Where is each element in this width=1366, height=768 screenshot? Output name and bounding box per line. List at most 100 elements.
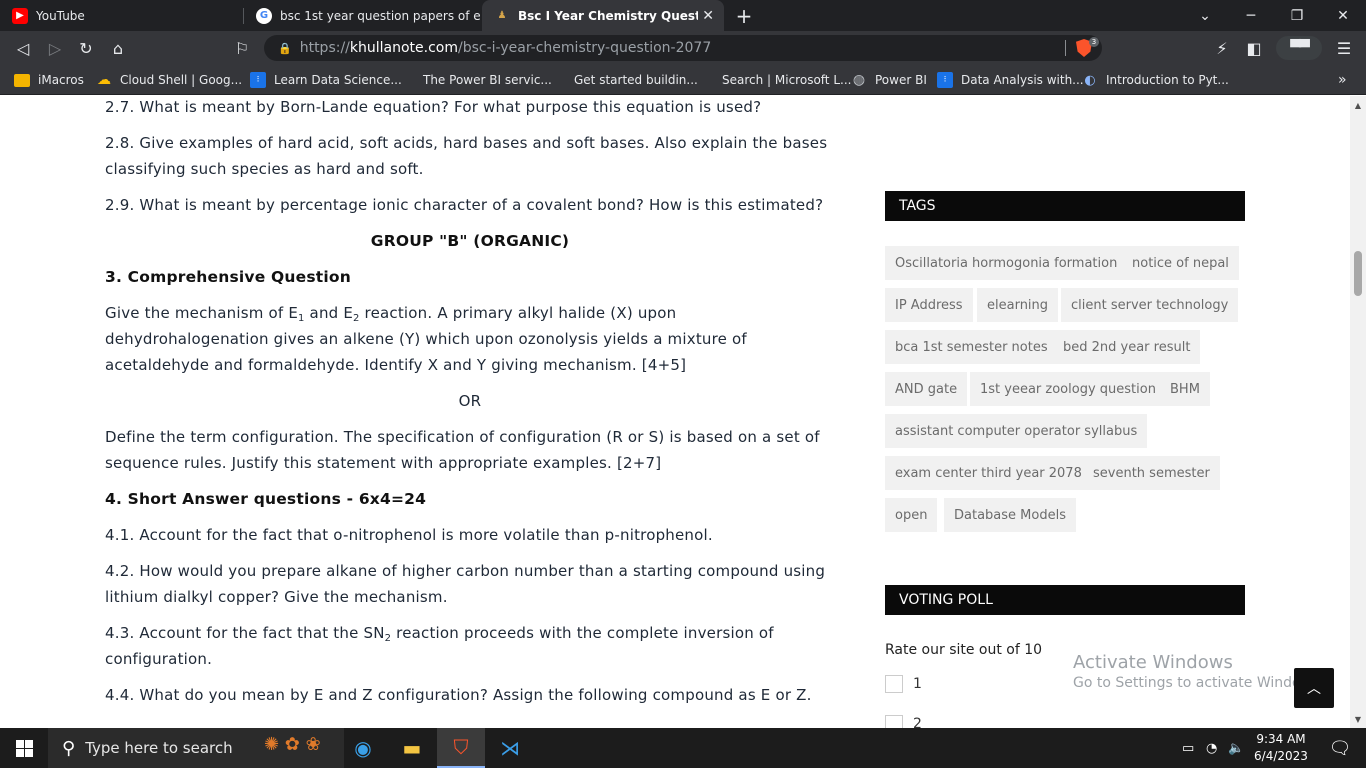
- tag-link[interactable]: client server technology: [1061, 288, 1239, 322]
- notification-icon[interactable]: 🗨: [1320, 728, 1360, 768]
- minimize-button[interactable]: ─: [1228, 0, 1274, 31]
- tab-youtube[interactable]: ▶ YouTube: [0, 0, 242, 31]
- tag-link[interactable]: bed 2nd year result: [1053, 330, 1201, 364]
- brave-icon[interactable]: ⛉: [437, 728, 485, 768]
- tab-khullanote[interactable]: ♟ Bsc I Year Chemistry Question-20 ✕: [482, 0, 724, 31]
- glasses-icon: ▀▀: [1290, 40, 1309, 56]
- scroll-up-icon[interactable]: ▲: [1350, 98, 1366, 112]
- poll-checkbox[interactable]: [885, 715, 903, 728]
- edge-icon[interactable]: ◉: [339, 728, 387, 768]
- tag-link[interactable]: AND gate: [885, 372, 968, 406]
- reload-icon[interactable]: ↻: [71, 31, 101, 65]
- bookmark-label: iMacros: [38, 73, 84, 87]
- search-highlight-icon: ✺ ✿ ❀: [264, 734, 321, 755]
- tag-link[interactable]: seventh semester: [1083, 456, 1220, 490]
- bookmark-label: Search | Microsoft L...: [722, 73, 852, 87]
- forward-icon[interactable]: ▷: [40, 31, 70, 65]
- question-3-main: Give the mechanism of E1 and E2 reaction…: [105, 300, 835, 378]
- question-2-8: 2.8. Give examples of hard acid, soft ac…: [105, 134, 828, 178]
- question-2-9: 2.9. What is meant by percentage ionic c…: [105, 196, 824, 214]
- bookmark-icon[interactable]: ⚐: [227, 31, 257, 65]
- bookmark-cloud-shell[interactable]: ☁ Cloud Shell | Goog...: [96, 65, 242, 95]
- scroll-down-icon[interactable]: ▼: [1350, 712, 1366, 726]
- new-tab-button[interactable]: +: [734, 0, 754, 31]
- rewards-icon[interactable]: ⚡: [1207, 31, 1237, 65]
- tag-link[interactable]: Oscillatoria hormogonia formation: [885, 246, 1128, 280]
- bookmark-learn-data-science[interactable]: ⁝ Learn Data Science...: [250, 65, 402, 95]
- shield-count-badge: 3: [1089, 37, 1099, 47]
- bookmarks-bar: iMacros ☁ Cloud Shell | Goog... ⁝ Learn …: [0, 65, 1366, 95]
- poll-option[interactable]: 1: [885, 675, 922, 693]
- vpn-button[interactable]: ▀▀: [1276, 36, 1322, 60]
- tab-title: bsc 1st year question papers of exam: [280, 8, 480, 23]
- microsoft-icon: [399, 72, 415, 88]
- tag-link[interactable]: IP Address: [885, 288, 973, 322]
- clock-time: 9:34 AM: [1256, 732, 1306, 746]
- bookmark-intro-python[interactable]: ◐ Introduction to Pyt...: [1082, 65, 1229, 95]
- youtube-icon: ▶: [12, 7, 28, 24]
- file-explorer-icon[interactable]: ▬: [388, 728, 436, 768]
- tab-strip: ▶ YouTube G bsc 1st year question papers…: [0, 0, 1366, 31]
- tag-link[interactable]: notice of nepal: [1122, 246, 1239, 280]
- system-clock[interactable]: 9:34 AM 6/4/2023: [1248, 731, 1314, 765]
- poll-question: Rate our site out of 10: [885, 642, 1043, 658]
- windows-taskbar: ⚲ Type here to search ✺ ✿ ❀ ◉ ▬ ⛉ ⋊ ▭ ◔ …: [0, 728, 1366, 768]
- q43-text-a: 4.3. Account for the fact that the SN: [105, 624, 385, 642]
- scrollbar-thumb[interactable]: [1354, 251, 1362, 296]
- bookmark-imacros[interactable]: iMacros: [14, 65, 84, 95]
- back-icon[interactable]: ◁: [8, 31, 38, 65]
- search-placeholder: Type here to search: [85, 739, 233, 757]
- tags-widget-title: TAGS: [885, 191, 1245, 221]
- chevron-up-icon: ︿: [1307, 681, 1321, 697]
- page-scrollbar[interactable]: ▲ ▼: [1350, 96, 1366, 728]
- tag-link[interactable]: open: [885, 498, 938, 532]
- tag-link[interactable]: bca 1st semester notes: [885, 330, 1058, 364]
- bookmark-search-microsoft[interactable]: Search | Microsoft L...: [698, 65, 851, 95]
- tab-google-search[interactable]: G bsc 1st year question papers of exam: [244, 0, 480, 31]
- tag-link[interactable]: elearning: [977, 288, 1059, 322]
- scroll-to-top-button[interactable]: ︿: [1294, 668, 1334, 708]
- tag-link[interactable]: assistant computer operator syllabus: [885, 414, 1148, 448]
- taskbar-search[interactable]: ⚲ Type here to search ✺ ✿ ❀: [48, 728, 344, 768]
- menu-icon[interactable]: ☰: [1329, 31, 1359, 65]
- question-2-7: 2.7. What is meant by Born-Lande equatio…: [105, 98, 762, 116]
- search-icon: ⚲: [62, 737, 76, 759]
- bookmark-label: Learn Data Science...: [274, 73, 402, 87]
- bookmark-power-bi[interactable]: ◍ Power BI: [851, 65, 927, 95]
- wifi-icon[interactable]: ◔: [1206, 728, 1217, 768]
- volume-icon[interactable]: 🔈: [1228, 728, 1244, 768]
- tab-title: Bsc I Year Chemistry Question-20: [518, 8, 698, 23]
- tag-link[interactable]: BHM: [1160, 372, 1210, 406]
- battery-icon[interactable]: ▭: [1182, 728, 1194, 768]
- tab-search-icon[interactable]: ⌄: [1182, 0, 1228, 31]
- question-4-3: 4.3. Account for the fact that the SN2 r…: [105, 620, 835, 672]
- poll-checkbox[interactable]: [885, 675, 903, 693]
- question-4-4: 4.4. What do you mean by E and Z configu…: [105, 686, 812, 704]
- bookmark-get-started[interactable]: Get started buildin...: [550, 65, 698, 95]
- address-bar[interactable]: 🔒 https:// khullanote.com /bsc-i-year-ch…: [264, 35, 1102, 61]
- bookmark-label: Cloud Shell | Goog...: [120, 73, 243, 87]
- activate-windows-watermark: Activate Windows Go to Settings to activ…: [1073, 652, 1324, 691]
- tag-link[interactable]: 1st yeear zoology question: [970, 372, 1166, 406]
- q3-text-a: Give the mechanism of E: [105, 304, 299, 322]
- url-path: /bsc-i-year-chemistry-question-2077: [458, 40, 712, 56]
- tag-link[interactable]: exam center third year 2078: [885, 456, 1092, 490]
- bookmark-label: Power BI: [875, 73, 927, 87]
- sidebar-toggle-icon[interactable]: ◧: [1239, 31, 1269, 65]
- group-b-heading: GROUP "B" (ORGANIC): [370, 232, 570, 250]
- restore-button[interactable]: ❐: [1274, 0, 1320, 31]
- page-content: 2.7. What is meant by Born-Lande equatio…: [0, 96, 1350, 728]
- bookmark-label: Get started buildin...: [574, 73, 698, 87]
- bookmark-data-analysis[interactable]: ⁝ Data Analysis with...: [937, 65, 1084, 95]
- more-bookmarks-button[interactable]: »: [1338, 65, 1347, 95]
- tag-link[interactable]: Database Models: [944, 498, 1076, 532]
- vscode-icon[interactable]: ⋊: [486, 728, 534, 768]
- close-window-button[interactable]: ✕: [1320, 0, 1366, 31]
- home-icon[interactable]: ⌂: [103, 31, 133, 65]
- bookmark-power-bi-service[interactable]: The Power BI servic...: [399, 65, 552, 95]
- poll-option[interactable]: 2: [885, 715, 922, 728]
- microsoft-icon: [550, 72, 566, 88]
- q3-text-b: and E: [304, 304, 354, 322]
- close-icon[interactable]: ✕: [702, 8, 714, 24]
- start-button[interactable]: [0, 728, 48, 768]
